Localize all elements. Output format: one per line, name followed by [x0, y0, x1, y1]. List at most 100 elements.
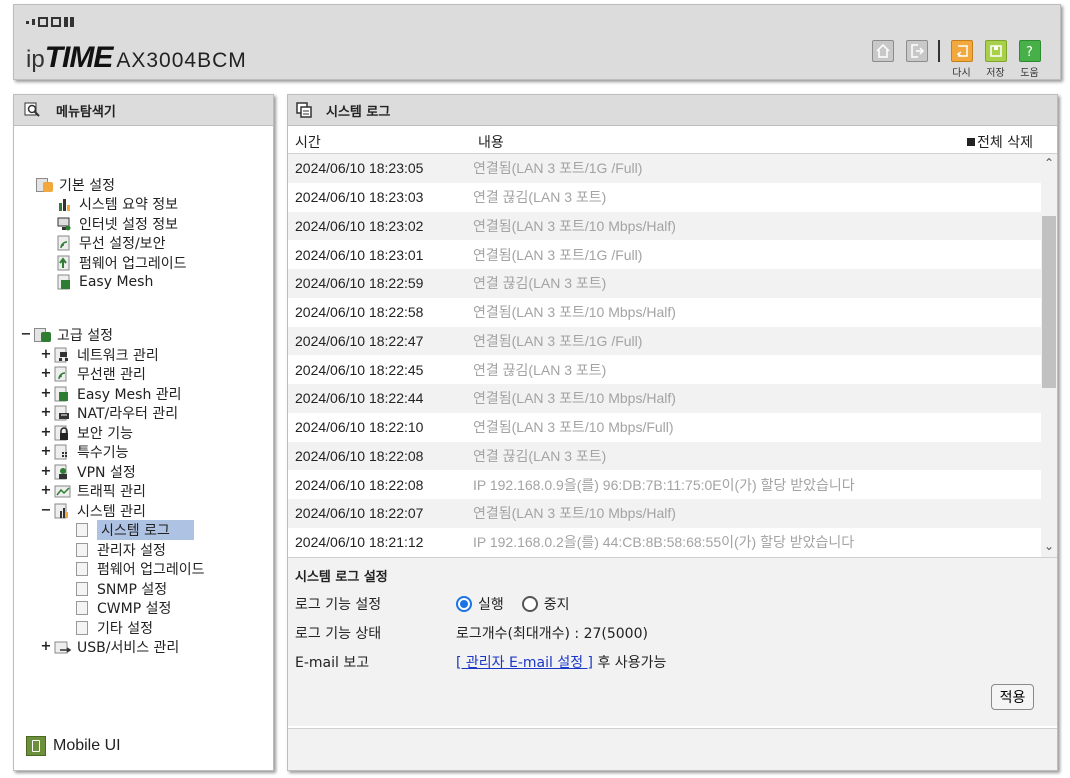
collapse-icon[interactable]: −	[20, 327, 32, 342]
scroll-up-icon[interactable]: ⌃	[1041, 156, 1057, 172]
tree-easy-mesh[interactable]: Easy Mesh	[56, 272, 153, 291]
tree-firmware-upgrade[interactable]: 펌웨어 업그레이드	[76, 559, 205, 578]
top-header: ip TIME AX3004BCM 다시 저장 ? 도움	[13, 4, 1061, 80]
log-scrollbar[interactable]: ⌃ ⌄	[1041, 154, 1057, 557]
menu-explorer-header: 메뉴탐색기	[14, 95, 273, 126]
log-list[interactable]: 2024/06/10 18:23:05 연결됨(LAN 3 포트/1G /Full…	[288, 154, 1057, 557]
tree-usb-service[interactable]: + USB/서비스 관리	[40, 637, 180, 656]
wifi-icon	[54, 366, 67, 381]
log-function-row: 로그 기능 설정 실행 중지	[295, 594, 588, 614]
tree-internet-info[interactable]: 인터넷 설정 정보	[56, 214, 178, 233]
tree-admin-settings[interactable]: 관리자 설정	[76, 540, 166, 559]
logout-icon[interactable]	[905, 40, 928, 62]
reload-icon[interactable]	[950, 40, 973, 62]
log-message: 연결됨(LAN 3 포트/10 Mbps/Half)	[473, 217, 676, 234]
settings-title: 시스템 로그 설정	[295, 570, 388, 585]
col-content: 내용	[478, 135, 504, 151]
delete-square-icon	[967, 138, 976, 146]
admin-email-settings-link[interactable]: [ 관리자 E-mail 설정 ]	[456, 652, 593, 672]
radio-run-button[interactable]	[456, 596, 472, 612]
log-time: 2024/06/10 18:22:08	[295, 447, 424, 464]
router-icon	[54, 405, 69, 420]
tree-system-log[interactable]: 시스템 로그	[76, 519, 194, 540]
panel-header: 시스템 로그	[288, 95, 1057, 126]
col-time: 시간	[295, 135, 321, 151]
apply-button[interactable]: 적용	[991, 684, 1034, 710]
tree-special-features[interactable]: + 특수기능	[40, 442, 129, 461]
radio-stop[interactable]: 중지	[521, 594, 570, 614]
expand-icon[interactable]: +	[40, 405, 52, 420]
tree-system-summary[interactable]: 시스템 요약 정보	[56, 194, 178, 213]
expand-icon[interactable]: +	[40, 386, 52, 401]
folder-settings-icon	[36, 177, 54, 193]
expand-icon[interactable]: +	[40, 483, 52, 498]
log-message: 연결됨(LAN 3 포트/1G /Full)	[473, 160, 643, 177]
log-function-label: 로그 기능 설정	[295, 597, 382, 613]
radio-run[interactable]: 실행	[456, 594, 504, 614]
expand-icon[interactable]: +	[40, 347, 52, 362]
document-icon	[76, 620, 88, 635]
log-row: 2024/06/10 18:22:07 연결됨(LAN 3 포트/10 Mbps/…	[288, 499, 1057, 528]
folder-advanced-icon	[34, 327, 52, 343]
log-time: 2024/06/10 18:22:58	[295, 304, 424, 321]
menu-explorer-title: 메뉴탐색기	[56, 104, 116, 120]
log-row: 2024/06/10 18:21:12 IP 192.168.0.2을(를) 44…	[288, 527, 1057, 557]
wifi-icon	[57, 235, 70, 250]
tree-wlan-admin[interactable]: + 무선랜 관리	[40, 364, 146, 383]
log-message: 연결됨(LAN 3 포트/1G /Full)	[473, 246, 643, 263]
tree-misc-settings[interactable]: 기타 설정	[76, 618, 153, 637]
expand-icon[interactable]: +	[40, 425, 52, 440]
radio-stop-button[interactable]	[521, 596, 538, 612]
log-row: 2024/06/10 18:23:05 연결됨(LAN 3 포트/1G /Full…	[288, 154, 1057, 183]
log-message: 연결 끊김(LAN 3 포트)	[473, 361, 607, 378]
log-time: 2024/06/10 18:23:02	[295, 217, 424, 234]
help-icon[interactable]: ?	[1018, 40, 1041, 62]
home-icon[interactable]	[871, 40, 894, 62]
tree-security[interactable]: + 보안 기능	[40, 423, 133, 442]
log-message: 연결 끊김(LAN 3 포트)	[473, 447, 607, 464]
tree-vpn[interactable]: + VPN 설정	[40, 462, 136, 481]
scrollbar-thumb[interactable]	[1042, 216, 1056, 388]
help-caption: 도움	[1020, 68, 1039, 79]
expand-icon[interactable]: +	[40, 366, 52, 381]
log-rows: 2024/06/10 18:23:05 연결됨(LAN 3 포트/1G /Full…	[288, 154, 1057, 557]
log-time: 2024/06/10 18:22:45	[295, 361, 424, 378]
scroll-down-icon[interactable]: ⌄	[1041, 539, 1057, 555]
bar-chart-icon	[54, 503, 68, 518]
log-row: 2024/06/10 18:22:10 연결됨(LAN 3 포트/10 Mbps/…	[288, 412, 1057, 442]
tree-snmp[interactable]: SNMP 설정	[76, 579, 167, 598]
menu-explorer: 메뉴탐색기 기본 설정 시스템 요약 정보 인터넷 설정 정보 무선 설정/보안…	[13, 94, 274, 771]
log-time: 2024/06/10 18:23:05	[295, 160, 424, 177]
tree-system-admin[interactable]: − 시스템 관리	[40, 501, 146, 520]
tree-firmware-upgrade-basic[interactable]: 펌웨어 업그레이드	[56, 253, 187, 272]
tree-network-admin[interactable]: + 네트워크 관리	[40, 345, 159, 364]
tree-advanced-settings[interactable]: − 고급 설정	[20, 325, 113, 344]
mobile-ui-link[interactable]: Mobile UI	[26, 736, 121, 756]
log-message: 연결 끊김(LAN 3 포트)	[473, 189, 607, 206]
tree-wireless-security[interactable]: 무선 설정/보안	[56, 233, 165, 252]
document-icon	[76, 522, 88, 537]
collapse-icon[interactable]: −	[40, 503, 52, 518]
tree-basic-settings[interactable]: 기본 설정	[36, 175, 115, 194]
log-message: IP 192.168.0.2을(를) 44:CB:8B:58:68:55이(가)…	[473, 534, 855, 551]
expand-icon[interactable]: +	[40, 444, 52, 459]
delete-all-button[interactable]: 전체 삭제	[967, 132, 1033, 152]
header-toolbar: 다시 저장 ? 도움	[870, 40, 1042, 79]
tree-easy-mesh-admin[interactable]: + Easy Mesh 관리	[40, 384, 182, 403]
tree-nat-router[interactable]: + NAT/라우터 관리	[40, 403, 178, 422]
page-title: 시스템 로그	[326, 104, 391, 120]
document-icon	[76, 561, 88, 576]
log-row: 2024/06/10 18:22:08 IP 192.168.0.9을(를) 96…	[288, 470, 1057, 499]
log-time: 2024/06/10 18:22:59	[295, 275, 424, 292]
grid-icon	[54, 444, 67, 459]
tree-cwmp[interactable]: CWMP 설정	[76, 598, 171, 617]
save-icon[interactable]	[984, 40, 1007, 62]
model-name: AX3004BCM	[116, 49, 247, 72]
expand-icon[interactable]: +	[40, 464, 52, 479]
expand-icon[interactable]: +	[40, 639, 52, 654]
mobile-phone-icon	[26, 736, 46, 756]
tree-traffic[interactable]: + 트래픽 관리	[40, 481, 146, 500]
brand-logo: ip TIME AX3004BCM	[26, 41, 247, 75]
email-suffix: 후 사용가능	[593, 655, 667, 671]
mesh-icon	[57, 274, 70, 289]
